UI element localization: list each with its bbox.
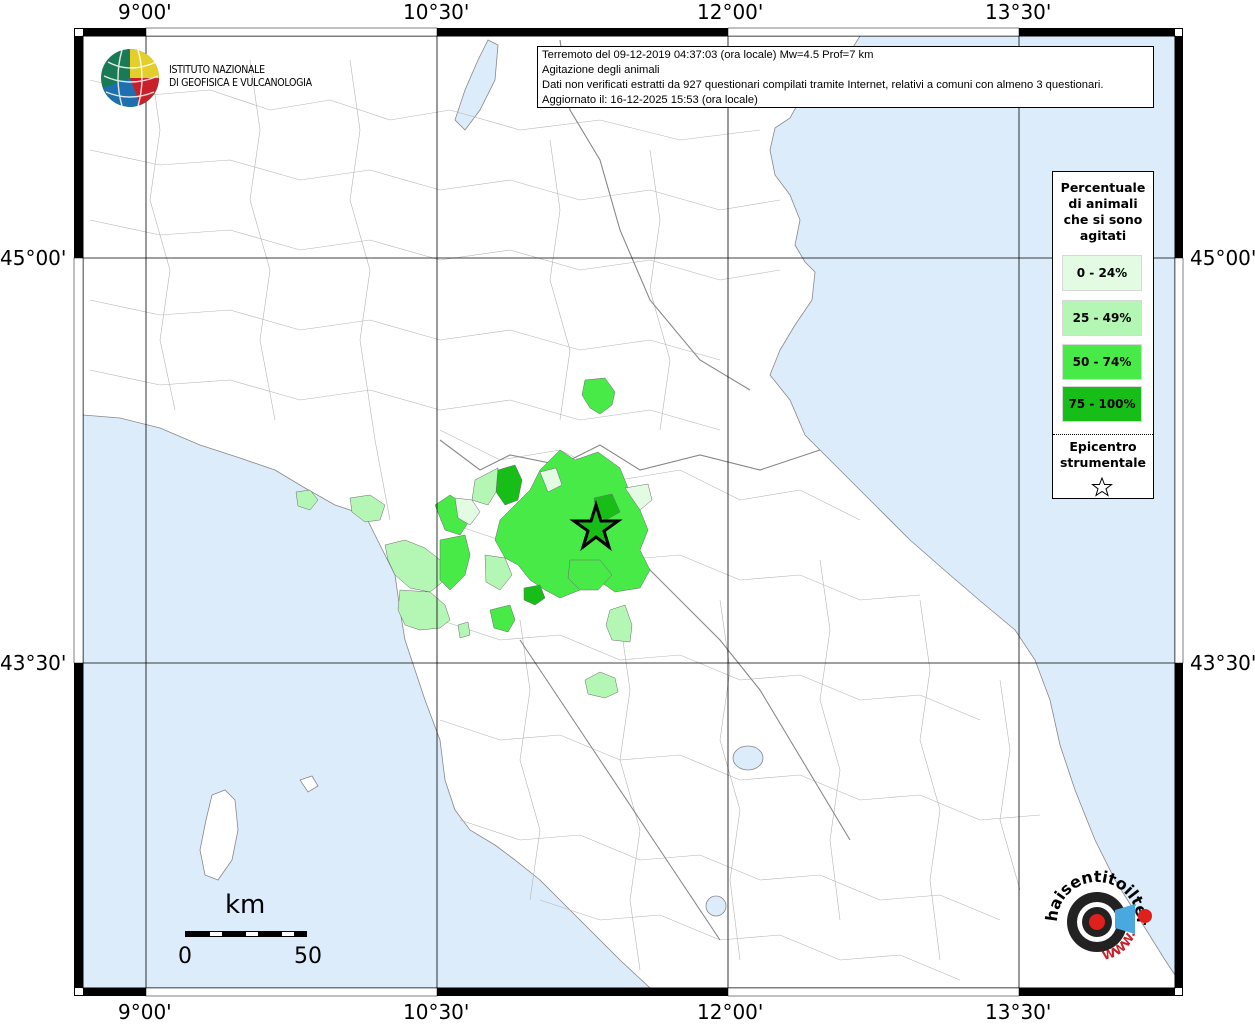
ingv-logo-icon xyxy=(101,49,159,107)
bottom-lon-label-3: 12°00' xyxy=(697,1000,764,1024)
legend-epicenter-line1: Epicentro xyxy=(1069,439,1137,454)
legend-class-2: 25 - 49% xyxy=(1062,300,1142,336)
legend-title-line3: che si sono xyxy=(1063,212,1143,227)
legend-title-line2: di animali xyxy=(1068,196,1138,211)
scale-unit-label: km xyxy=(225,890,266,920)
event-info-line1: Terremoto del 09-12-2019 04:37:03 (ora l… xyxy=(542,49,874,61)
right-lat-label-2: 43°30' xyxy=(1190,651,1255,675)
scale-bar-graphic xyxy=(185,931,307,937)
scale-bar: km 0 50 xyxy=(176,890,326,970)
event-info-box: Terremoto del 09-12-2019 04:37:03 (ora l… xyxy=(537,46,1154,108)
map-area xyxy=(82,35,1176,989)
bottom-lon-label-4: 13°30' xyxy=(985,1000,1052,1024)
legend-separator xyxy=(1053,434,1153,435)
haisentito-logo-icon: haisentitoilterremoto.it WWW. xyxy=(1035,860,1152,963)
ingv-name-line2: DI GEOFISICA E VULCANOLOGIA xyxy=(169,77,312,89)
top-lon-label-4: 13°30' xyxy=(985,0,1052,24)
event-info-line2: Agitazione degli animali xyxy=(542,64,660,76)
left-lat-label-1: 45°00' xyxy=(0,246,67,270)
scale-start-label: 0 xyxy=(178,944,192,969)
event-info-line3: Dati non verificati estratti da 927 ques… xyxy=(542,79,1104,91)
legend-title-line4: agitati xyxy=(1079,228,1127,243)
legend-epicenter-line2: strumentale xyxy=(1059,455,1147,470)
event-info-line4: Aggiornato il: 16-12-2025 15:53 (ora loc… xyxy=(542,94,758,106)
lake-bolsena xyxy=(705,895,727,917)
legend: Percentuale di animali che si sono agita… xyxy=(1052,171,1154,499)
top-lon-label-2: 10°30' xyxy=(403,0,470,24)
left-lat-label-2: 43°30' xyxy=(0,651,67,675)
legend-epicenter-label: Epicentro strumentale xyxy=(1053,439,1153,471)
legend-class-4: 75 - 100% xyxy=(1062,386,1142,422)
top-lon-label-1: 9°00' xyxy=(118,0,172,24)
legend-title-line1: Percentuale xyxy=(1060,180,1146,195)
legend-class-1: 0 - 24% xyxy=(1062,255,1142,291)
top-lon-label-3: 12°00' xyxy=(697,0,764,24)
legend-title: Percentuale di animali che si sono agita… xyxy=(1053,180,1153,244)
bottom-lon-label-1: 9°00' xyxy=(118,1000,172,1024)
lake xyxy=(732,745,764,771)
bottom-lon-label-2: 10°30' xyxy=(403,1000,470,1024)
star-icon xyxy=(1091,477,1113,497)
right-lat-label-1: 45°00' xyxy=(1190,246,1255,270)
ingv-name: ISTITUTO NAZIONALE DI GEOFISICA E VULCAN… xyxy=(169,64,312,90)
ingv-name-line1: ISTITUTO NAZIONALE xyxy=(169,64,265,76)
scale-end-label: 50 xyxy=(294,944,322,969)
legend-class-3: 50 - 74% xyxy=(1062,344,1142,380)
